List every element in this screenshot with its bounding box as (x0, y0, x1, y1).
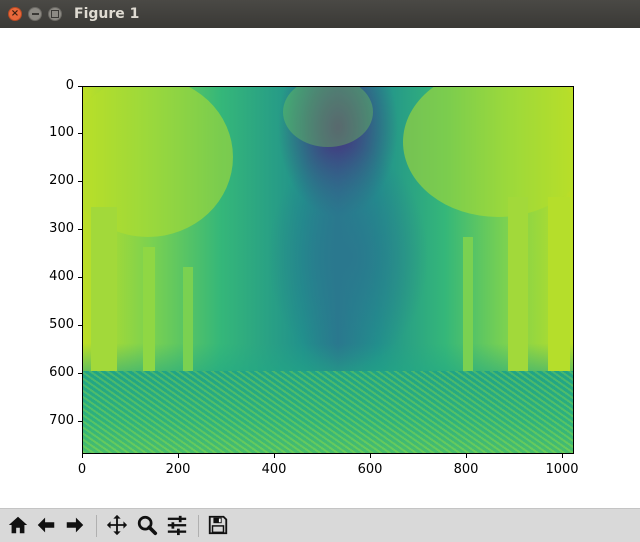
save-button[interactable] (205, 512, 231, 538)
tree-trunk (463, 237, 473, 387)
forest-floor (83, 371, 573, 453)
toolbar-separator (198, 515, 199, 537)
y-tick-label: 300 (49, 221, 74, 236)
y-tick-mark (78, 373, 82, 374)
x-tick-mark (466, 454, 467, 458)
back-arrow-icon (37, 517, 55, 533)
y-tick-mark (78, 229, 82, 230)
y-tick-label: 500 (49, 317, 74, 332)
forward-button[interactable] (62, 512, 88, 538)
pan-icon (106, 514, 128, 536)
y-tick-mark (78, 421, 82, 422)
pan-button[interactable] (104, 512, 130, 538)
figure-window: × Figure 1 0 100 200 300 400 500 600 700 0 200 400… (0, 0, 640, 542)
y-tick-label: 600 (49, 365, 74, 380)
home-button[interactable] (5, 512, 31, 538)
home-icon (8, 516, 28, 534)
x-tick-label: 400 (261, 462, 287, 477)
x-tick-mark (562, 454, 563, 458)
y-tick-mark (78, 133, 82, 134)
toolbar-separator (96, 515, 97, 537)
minimize-button[interactable] (28, 7, 42, 21)
y-tick-label: 700 (49, 413, 74, 428)
foliage-top (283, 87, 373, 147)
title-bar: × Figure 1 (0, 0, 640, 28)
y-tick-label: 0 (65, 78, 74, 93)
y-tick-mark (78, 325, 82, 326)
x-tick-mark (274, 454, 275, 458)
figure-canvas[interactable]: 0 100 200 300 400 500 600 700 0 200 400 600 800 1000 (0, 28, 640, 508)
x-tick-mark (82, 454, 83, 458)
navigation-toolbar (0, 508, 640, 542)
x-tick-label: 1000 (545, 462, 579, 477)
y-tick-mark (78, 277, 82, 278)
configure-subplots-button[interactable] (164, 512, 190, 538)
y-tick-label: 100 (49, 125, 74, 140)
forward-arrow-icon (66, 517, 84, 533)
y-tick-label: 400 (49, 269, 74, 284)
x-tick-mark (178, 454, 179, 458)
y-tick-mark (78, 86, 82, 87)
x-tick-mark (370, 454, 371, 458)
y-tick-mark (78, 181, 82, 182)
close-button[interactable]: × (8, 7, 22, 21)
y-tick-label: 200 (49, 173, 74, 188)
save-icon (208, 515, 228, 535)
x-tick-label: 200 (165, 462, 191, 477)
x-tick-label: 800 (453, 462, 479, 477)
zoom-button[interactable] (134, 512, 160, 538)
maximize-button[interactable] (48, 7, 62, 21)
x-tick-label: 0 (77, 462, 87, 477)
x-tick-label: 600 (357, 462, 383, 477)
window-title: Figure 1 (74, 6, 140, 22)
configure-subplots-icon (167, 515, 187, 536)
back-button[interactable] (33, 512, 59, 538)
zoom-icon (137, 515, 158, 536)
tree-trunk (183, 267, 193, 387)
image-axes[interactable] (82, 86, 574, 454)
